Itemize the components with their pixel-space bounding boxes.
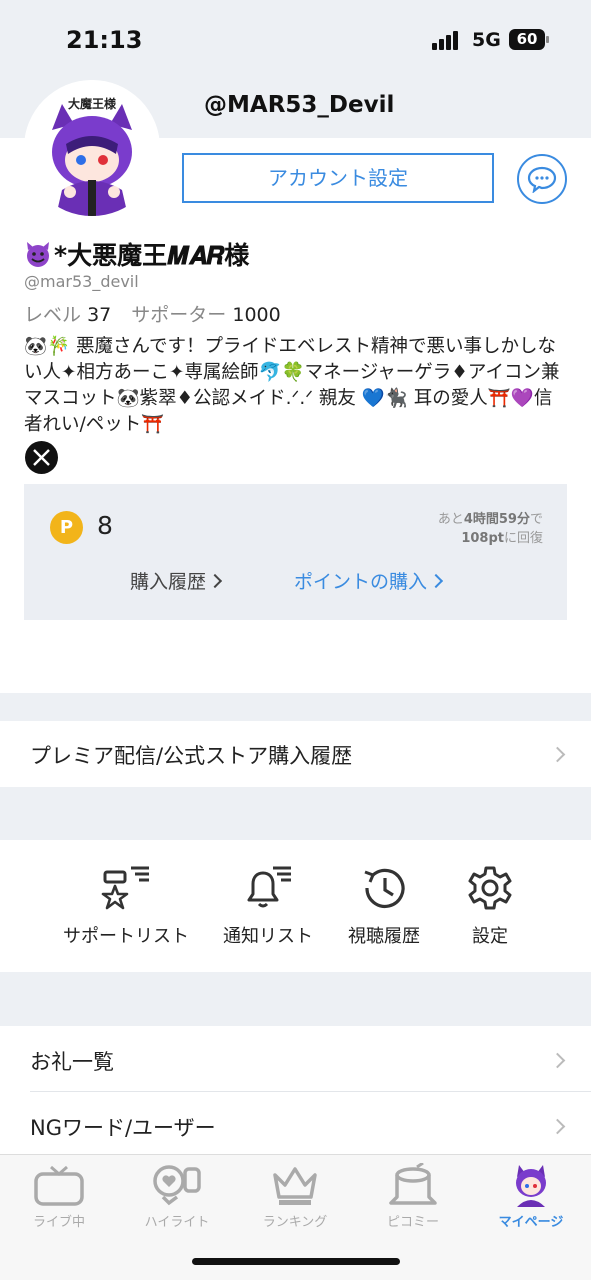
chevron-right-icon [207,573,223,589]
supporter-label: サポーター [131,304,227,326]
display-name: *大悪魔王𝑴𝑨𝑹様 [24,236,249,272]
notification-list-icon [247,866,291,908]
tab-live[interactable]: ライブ中 [0,1163,118,1230]
network-label: 5G [472,29,501,51]
point-coin-icon: P [50,511,83,544]
thanks-list-label[interactable]: お礼一覧 [30,1046,114,1076]
message-button[interactable] [517,154,567,204]
premium-history-row[interactable]: プレミア配信/公式ストア購入履歴 [0,721,591,787]
point-recovery-info: あと4時間59分で 108ptに回復 [437,512,543,546]
chat-bubble-icon [527,166,557,193]
settings-button[interactable]: 設定 [446,864,534,948]
history-icon [364,868,405,909]
notification-list-label: 通知リスト [223,926,313,947]
profile-bio: 🐼🎋 悪魔さんです！プライドエベレスト精神で悪い事しかしない人✦相方あーこ✦専属… [24,336,560,435]
tab-mypage-label: マイページ [498,1215,564,1230]
chevron-right-icon [549,1118,566,1135]
watch-history-button[interactable]: 視聴履歴 [336,864,432,948]
tab-live-label: ライブ中 [32,1215,85,1230]
point-balance: 8 [97,511,113,540]
status-time: 21:13 [66,26,143,54]
tab-highlight-label: ハイライト [144,1215,210,1230]
support-list-label: サポートリスト [63,926,189,947]
tv-icon [34,1165,84,1206]
chevron-right-icon [549,1052,566,1069]
devil-emoji-icon [27,242,49,267]
crown-icon [273,1167,317,1205]
profile-card: *大悪魔王𝑴𝑨𝑹様 @mar53_devil レベル 37 サポーター 1000… [0,138,591,693]
supporter-value: 1000 [232,304,281,326]
x-social-icon[interactable] [25,441,58,474]
settings-label: 設定 [472,926,508,947]
home-indicator [192,1258,400,1265]
tab-mypage[interactable]: マイページ [472,1163,590,1230]
chevron-right-icon [549,746,566,763]
gear-icon [468,866,512,910]
chevron-right-icon [428,573,444,589]
menu-list: お礼一覧 NGワード/ユーザー [0,1026,591,1156]
purchase-history-link[interactable]: 購入履歴 [130,567,223,594]
support-list-icon [101,866,149,910]
divider [30,1091,591,1092]
tab-highlight[interactable]: ハイライト [118,1163,236,1230]
buy-points-link[interactable]: ポイントの購入 [294,567,444,594]
account-settings-button[interactable]: アカウント設定 [182,153,494,203]
shortcut-row: サポートリスト 通知リスト 視聴履歴 設定 [0,840,591,972]
status-bar: 21:13 5G 60 [0,0,591,80]
premium-history-label: プレミア配信/公式ストア購入履歴 [30,744,353,768]
tab-ranking-label: ランキング [262,1215,328,1230]
user-id: @mar53_devil [24,272,139,291]
stump-icon [389,1163,437,1205]
highlight-icon [153,1165,201,1206]
level-label: レベル [24,304,82,326]
ng-words-label[interactable]: NGワード/ユーザー [30,1112,216,1142]
support-list-button[interactable]: サポートリスト [54,864,198,948]
svg-text:大魔王様: 大魔王様 [68,96,117,111]
tab-ranking[interactable]: ランキング [236,1163,354,1230]
battery-icon: 60 [509,29,549,50]
notification-list-button[interactable]: 通知リスト [216,864,320,948]
level-value: 37 [87,304,112,326]
points-panel: P 8 あと4時間59分で 108ptに回復 購入履歴 ポイントの購入 [24,484,567,620]
avatar[interactable]: 大魔王様 [24,80,160,216]
profile-stats: レベル 37 サポーター 1000 [24,300,295,327]
avatar-icon [516,1165,546,1207]
watch-history-label: 視聴履歴 [348,926,420,947]
display-name-text: *大悪魔王𝑴𝑨𝑹様 [54,241,250,270]
tab-picomy-label: ピコミー [386,1215,439,1230]
signal-icon [432,30,464,50]
page-title: @MAR53_Devil [204,92,395,118]
tab-picomy[interactable]: ピコミー [354,1163,472,1230]
